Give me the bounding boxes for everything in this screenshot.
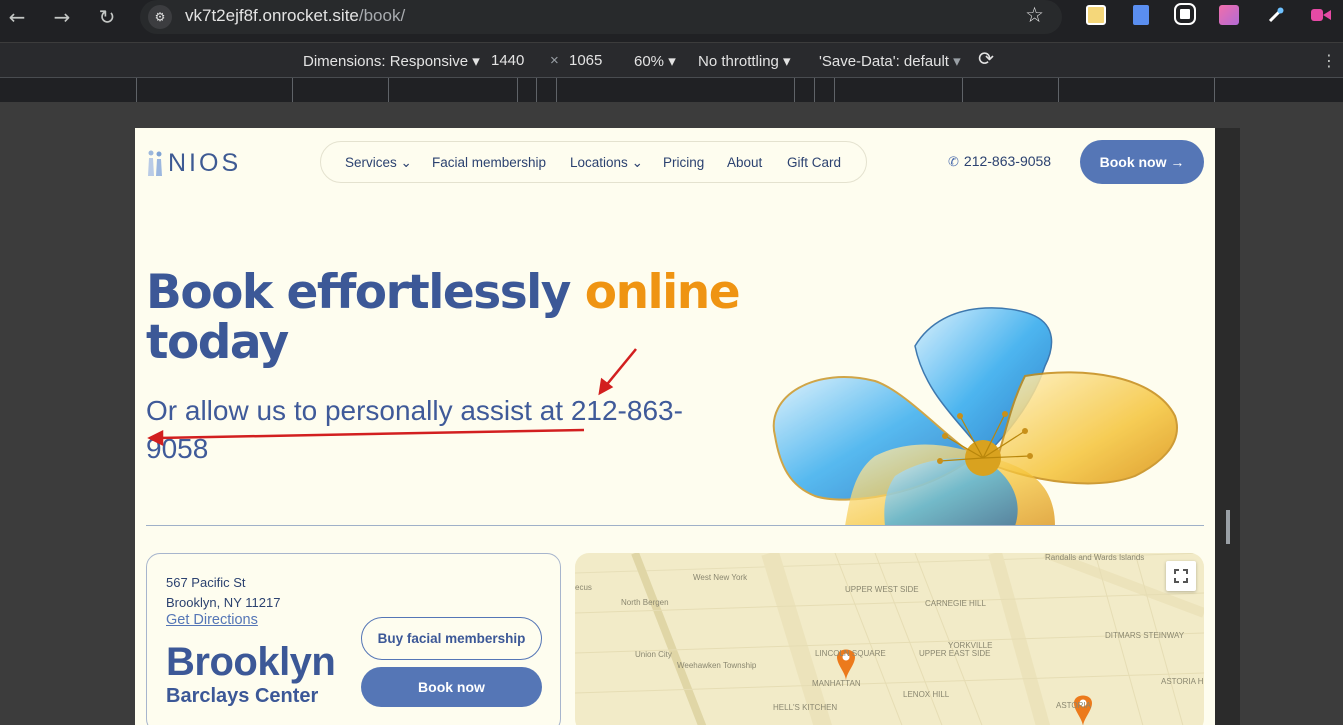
- header-book-now-button[interactable]: Book now →: [1080, 140, 1204, 184]
- map-label-upper-west-side: UPPER WEST SIDE: [845, 585, 919, 594]
- header-book-now-label: Book now: [1099, 154, 1167, 170]
- nav-about[interactable]: About: [727, 155, 762, 170]
- zoom-select[interactable]: 60% ▾: [634, 52, 676, 70]
- hero-title: Book effortlessly online today: [146, 268, 786, 368]
- media-query-bar: [0, 78, 1343, 102]
- resize-handle[interactable]: [1226, 510, 1230, 544]
- fullscreen-icon: [1174, 569, 1188, 583]
- more-options-icon[interactable]: ⋮: [1321, 51, 1337, 70]
- star-icon[interactable]: ☆: [1025, 3, 1044, 27]
- map-label-astoria-heights: ASTORIA HEIGHTS: [1161, 677, 1204, 686]
- buy-membership-button[interactable]: Buy facial membership: [361, 617, 542, 660]
- hero-title-end: today: [146, 315, 289, 370]
- header-phone-number: 212-863-9058: [963, 153, 1052, 169]
- save-data-label: 'Save-Data': default: [819, 53, 949, 70]
- map-label-union-city: Union City: [635, 650, 672, 659]
- hero-subtitle: Or allow us to personally assist at 212-…: [146, 392, 721, 468]
- nav-locations-label: Locations: [570, 155, 628, 170]
- map-label-lincoln-square: LINCOLN SQUARE: [815, 649, 886, 658]
- chevron-down-icon: ⌄: [631, 155, 643, 170]
- nav-locations[interactable]: Locations ⌄: [570, 155, 643, 171]
- url-host: vk7t2ejf8f.onrocket.site: [185, 6, 359, 25]
- viewport-right-edge: [1215, 128, 1240, 725]
- nav-pricing[interactable]: Pricing: [663, 155, 704, 170]
- gradient-extension-icon[interactable]: [1219, 5, 1239, 25]
- url-text[interactable]: vk7t2ejf8f.onrocket.site/book/: [185, 6, 405, 26]
- map-label-weehawken: Weehawken Township: [677, 661, 757, 670]
- location-city: Brooklyn: [166, 640, 336, 684]
- map-label-manhattan: MANHATTAN: [812, 679, 861, 688]
- map-fullscreen-button[interactable]: [1166, 561, 1196, 591]
- location-venue: Barclays Center: [166, 685, 319, 707]
- chevron-down-icon: ⌄: [400, 155, 412, 170]
- rotate-icon[interactable]: ⟳: [978, 48, 994, 70]
- url-path: /book/: [358, 6, 406, 25]
- site-logo[interactable]: NIOS: [146, 148, 241, 178]
- arrow-right-icon: →: [1170, 154, 1185, 170]
- map-label-randalls: Randalls and Wards Islands: [1045, 553, 1145, 562]
- location-book-now-button[interactable]: Book now: [361, 667, 542, 707]
- logo-text: NIOS: [168, 148, 242, 177]
- dimensions-select[interactable]: Dimensions: Responsive ▾: [303, 52, 480, 70]
- map-label-ecus: ecus: [575, 583, 592, 592]
- location-map[interactable]: Randalls and Wards Islands West New York…: [575, 553, 1204, 725]
- address-street: 567 Pacific St: [166, 575, 246, 590]
- record-extension-icon[interactable]: [1310, 5, 1332, 25]
- map-label-yorkville: YORKVILLE: [948, 641, 993, 650]
- hero-subtitle-text: Or allow us to personally assist at: [146, 395, 571, 426]
- map-label-hells-kitchen: HELL'S KITCHEN: [773, 703, 838, 712]
- browser-toolbar: ← → ↻ ⚙ vk7t2ejf8f.onrocket.site/book/ ☆: [0, 0, 1343, 42]
- map-label-carnegie-hill: CARNEGIE HILL: [925, 599, 986, 608]
- device-toolbar: Dimensions: Responsive ▾ 1440 × 1065 60%…: [0, 42, 1343, 78]
- nav-services[interactable]: Services ⌄: [345, 155, 412, 171]
- map-label-ditmars: DITMARS STEINWAY: [1105, 631, 1185, 640]
- map-label-astoria: ASTORIA: [1056, 701, 1091, 710]
- times-sign: ×: [550, 52, 559, 69]
- header-phone-link[interactable]: ✆ 212-863-9058: [948, 153, 1051, 170]
- camera-extension-icon[interactable]: [1174, 3, 1196, 25]
- reload-icon[interactable]: ↻: [95, 5, 119, 29]
- throttling-select[interactable]: No throttling ▾: [698, 52, 791, 70]
- map-label-lenox-hill: LENOX HILL: [903, 690, 950, 699]
- hero-title-main: Book effortlessly: [146, 265, 571, 320]
- map-label-upper-east-side: UPPER EAST SIDE: [919, 649, 991, 658]
- save-data-select[interactable]: 'Save-Data': default ▾: [819, 52, 961, 70]
- location-address: 567 Pacific St Brooklyn, NY 11217: [166, 573, 280, 613]
- nav-gift-card[interactable]: Gift Card: [787, 155, 841, 170]
- flower-illustration: [755, 306, 1195, 526]
- get-directions-link[interactable]: Get Directions: [166, 612, 258, 628]
- logo-figures-icon: [146, 149, 166, 177]
- dimensions-label: Dimensions: Responsive: [303, 53, 469, 70]
- width-input[interactable]: 1440: [491, 52, 524, 69]
- zoom-label: 60%: [634, 53, 665, 70]
- main-nav: Services ⌄ Facial membership Locations ⌄…: [320, 141, 867, 183]
- section-divider: [146, 525, 1204, 526]
- nav-facial-membership[interactable]: Facial membership: [432, 155, 546, 170]
- website-page: NIOS Services ⌄ Facial membership Locati…: [135, 128, 1215, 725]
- forward-icon[interactable]: →: [50, 5, 74, 29]
- throttling-label: No throttling: [698, 53, 779, 70]
- eyedropper-icon[interactable]: [1266, 5, 1286, 25]
- height-input[interactable]: 1065: [569, 52, 602, 69]
- phone-icon: ✆: [948, 155, 959, 170]
- map-label-north-bergen: North Bergen: [621, 598, 669, 607]
- map-label-west-new-york: West New York: [693, 573, 748, 582]
- address-city: Brooklyn, NY 11217: [166, 595, 281, 610]
- address-bar[interactable]: ⚙ vk7t2ejf8f.onrocket.site/book/ ☆: [140, 0, 1062, 34]
- hero-title-accent: online: [584, 265, 741, 320]
- tune-icon[interactable]: ⚙: [148, 5, 172, 29]
- files-extension-icon[interactable]: [1133, 5, 1149, 25]
- location-card: 567 Pacific St Brooklyn, NY 11217 Get Di…: [146, 553, 561, 725]
- nav-services-label: Services: [345, 155, 397, 170]
- back-icon[interactable]: ←: [5, 5, 29, 29]
- notes-extension-icon[interactable]: [1086, 5, 1106, 25]
